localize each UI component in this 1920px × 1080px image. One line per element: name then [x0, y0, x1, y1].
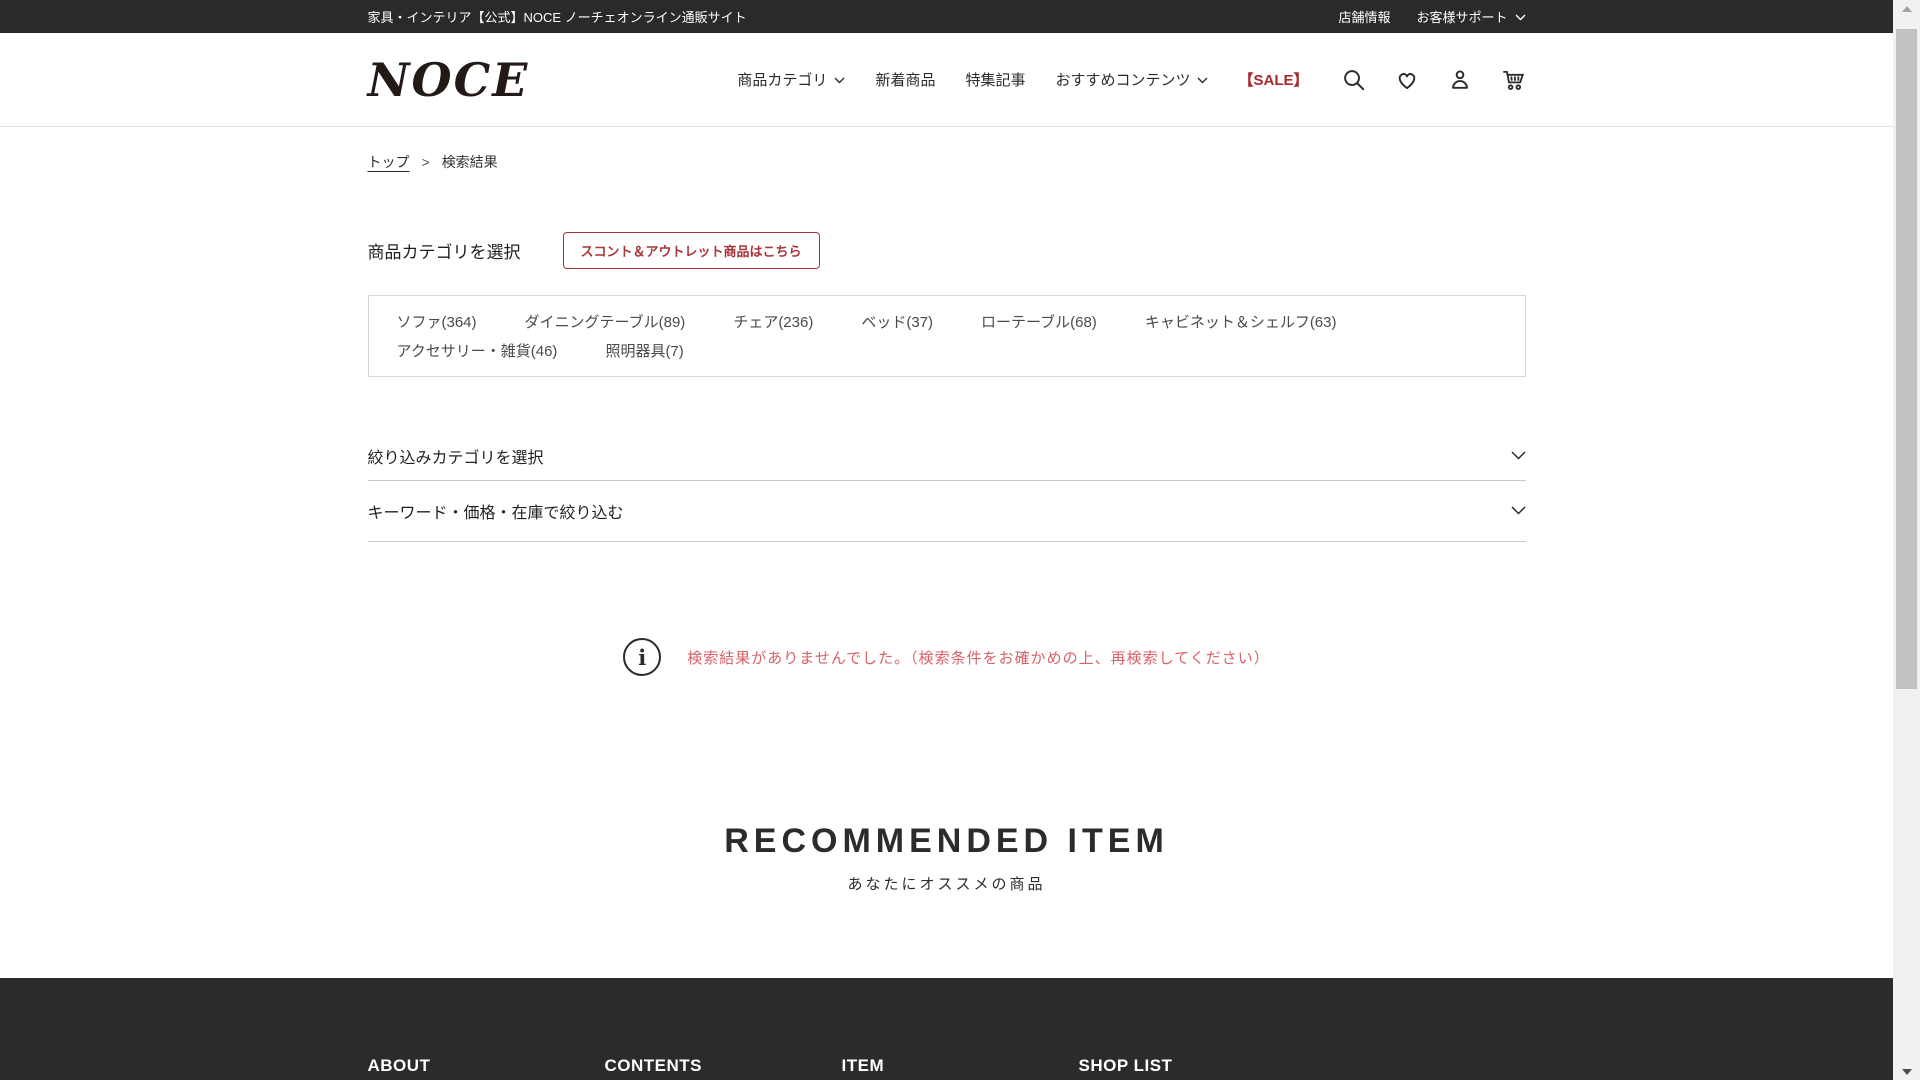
nav-item-label: 新着商品 [875, 69, 935, 90]
footer-column-contents: CONTENTS [605, 1056, 842, 1076]
favorites-heart-icon[interactable] [1394, 67, 1420, 93]
main-nav: 商品カテゴリ 新着商品 特集記事 おすすめコンテンツ [737, 69, 1308, 90]
nav-item-feature-articles[interactable]: 特集記事 [965, 69, 1025, 90]
category-links-box: ソファ(364) ダイニングテーブル(89) チェア(236) ベッド(37) … [368, 295, 1526, 377]
nav-item-label: 特集記事 [965, 69, 1025, 90]
footer-column-item: ITEM [842, 1056, 1079, 1076]
accordion-refine-category[interactable]: 絞り込みカテゴリを選択 [368, 431, 1526, 481]
cart-icon[interactable] [1500, 67, 1526, 93]
footer-heading: ITEM [842, 1056, 1079, 1076]
footer: ABOUT CONTENTS ITEM SHOP LIST [0, 978, 1893, 1080]
nav-item-sale[interactable]: 【SALE】 [1238, 69, 1308, 90]
category-link-chair[interactable]: チェア(236) [733, 313, 813, 332]
category-link-sofa[interactable]: ソファ(364) [397, 313, 477, 332]
category-link-bed[interactable]: ベッド(37) [861, 313, 933, 332]
accordion-label: キーワード・価格・在庫で絞り込む [368, 499, 624, 523]
chevron-down-icon [1511, 502, 1526, 520]
scrollbar-down-arrow[interactable] [1893, 1063, 1920, 1080]
account-person-icon[interactable] [1447, 67, 1473, 93]
chevron-down-icon [1511, 447, 1526, 465]
recommended-section: RECOMMENDED ITEM あなたにオススメの商品 [368, 822, 1526, 894]
store-info-link[interactable]: 店舗情報 [1338, 7, 1390, 26]
site-title-link[interactable]: 家具・インテリア【公式】NOCE ノーチェオンライン通販サイト [368, 7, 747, 26]
recommended-title: RECOMMENDED ITEM [368, 822, 1526, 861]
noce-logo[interactable]: NOCE [368, 53, 530, 107]
footer-heading: SHOP LIST [1079, 1056, 1316, 1076]
footer-column-about: ABOUT [368, 1056, 605, 1076]
customer-support-label: お客様サポート [1416, 7, 1507, 26]
no-results-message: i 検索結果がありませんでした。（検索条件をお確かめの上、再検索してください） [368, 638, 1526, 676]
nav-item-recommended-contents[interactable]: おすすめコンテンツ [1055, 69, 1208, 90]
nav-item-label: 商品カテゴリ [737, 69, 827, 90]
footer-heading: CONTENTS [605, 1056, 842, 1076]
outlet-items-button[interactable]: スコント＆アウトレット商品はこちら [563, 232, 820, 269]
nav-item-product-category[interactable]: 商品カテゴリ [737, 69, 845, 90]
footer-column-shop-list: SHOP LIST [1079, 1056, 1316, 1076]
footer-heading: ABOUT [368, 1056, 605, 1076]
category-link-dining-table[interactable]: ダイニングテーブル(89) [525, 313, 686, 332]
header-icon-group [1341, 67, 1526, 93]
nav-item-new-arrivals[interactable]: 新着商品 [875, 69, 935, 90]
category-link-accessory[interactable]: アクセサリー・雑貨(46) [397, 342, 558, 361]
scrollbar-thumb[interactable] [1896, 29, 1917, 689]
recommended-subtitle: あなたにオススメの商品 [368, 873, 1526, 894]
chevron-down-icon [1197, 71, 1208, 88]
top-utility-bar: 家具・インテリア【公式】NOCE ノーチェオンライン通販サイト 店舗情報 お客様… [0, 0, 1893, 33]
category-section-title: 商品カテゴリを選択 [368, 238, 521, 263]
breadcrumb-separator: > [422, 154, 430, 170]
search-icon[interactable] [1341, 67, 1367, 93]
accordion-label: 絞り込みカテゴリを選択 [368, 444, 544, 468]
breadcrumb-home-link[interactable]: トップ [368, 152, 410, 172]
category-link-cabinet-shelf[interactable]: キャビネット＆シェルフ(63) [1145, 313, 1337, 332]
customer-support-menu[interactable]: お客様サポート [1416, 7, 1525, 26]
chevron-down-icon [834, 71, 845, 88]
breadcrumb: トップ > 検索結果 [368, 152, 1526, 172]
no-results-text: 検索結果がありませんでした。（検索条件をお確かめの上、再検索してください） [687, 647, 1269, 668]
scrollbar [1893, 0, 1920, 1080]
page: 家具・インテリア【公式】NOCE ノーチェオンライン通販サイト 店舗情報 お客様… [0, 0, 1893, 1080]
breadcrumb-current: 検索結果 [442, 152, 498, 172]
chevron-down-icon [1515, 9, 1526, 24]
scrollbar-up-arrow[interactable] [1893, 0, 1920, 17]
accordion-keyword-price-stock[interactable]: キーワード・価格・在庫で絞り込む [368, 481, 1526, 542]
category-link-low-table[interactable]: ローテーブル(68) [981, 313, 1097, 332]
main-header: NOCE 商品カテゴリ 新着商品 特集記事 [0, 33, 1893, 127]
category-link-lighting[interactable]: 照明器具(7) [605, 342, 683, 361]
info-icon: i [623, 638, 661, 676]
nav-item-label: おすすめコンテンツ [1055, 69, 1190, 90]
